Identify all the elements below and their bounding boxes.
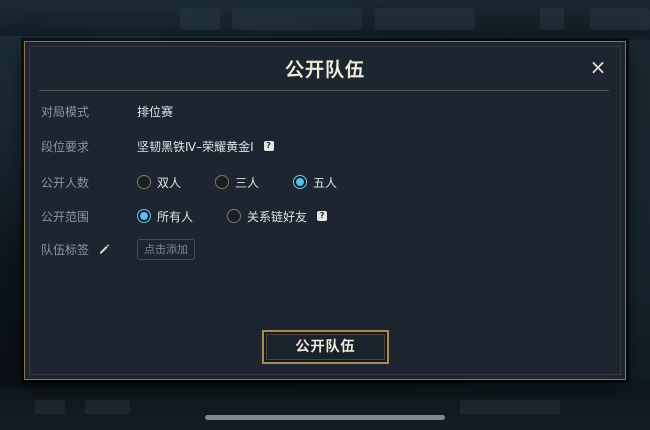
background-block bbox=[460, 400, 560, 414]
size-option-three[interactable]: 三人 bbox=[215, 174, 259, 191]
help-icon[interactable]: ? bbox=[263, 141, 274, 151]
scope-options: 所有人 关系链好友 ? bbox=[137, 208, 328, 225]
radio-selected-icon bbox=[137, 209, 151, 223]
scope-option-friends[interactable]: 关系链好友 bbox=[227, 208, 307, 225]
home-indicator[interactable] bbox=[205, 415, 445, 420]
title-divider bbox=[39, 90, 609, 91]
size-options: 双人 三人 五人 bbox=[137, 174, 371, 191]
size-option-five[interactable]: 五人 bbox=[293, 174, 337, 191]
public-team-dialog: 公开队伍 × 对局模式 排位赛 段位要求 坚韧黑铁Ⅳ–荣耀黄金Ⅰ ? 公开人数 … bbox=[24, 41, 626, 380]
size-option-label: 五人 bbox=[313, 175, 338, 190]
pencil-icon[interactable] bbox=[98, 243, 110, 255]
background-tab bbox=[232, 8, 362, 30]
radio-selected-icon bbox=[293, 175, 308, 189]
rank-row: 段位要求 坚韧黑铁Ⅳ–荣耀黄金Ⅰ ? bbox=[41, 135, 274, 157]
background-tab bbox=[180, 8, 220, 30]
background-tab bbox=[590, 8, 650, 30]
radio-icon bbox=[227, 209, 242, 223]
background-side-panel bbox=[628, 40, 650, 380]
radio-icon bbox=[137, 175, 151, 189]
publish-team-button[interactable]: 公开队伍 bbox=[262, 330, 389, 364]
background-tab bbox=[540, 8, 564, 30]
scope-option-label: 关系链好友 bbox=[247, 209, 308, 224]
size-row: 公开人数 双人 三人 五人 bbox=[41, 171, 371, 193]
rank-value: 坚韧黑铁Ⅳ–荣耀黄金Ⅰ bbox=[137, 139, 254, 154]
close-button[interactable]: × bbox=[585, 54, 611, 80]
mode-row: 对局模式 排位赛 bbox=[41, 100, 173, 122]
background-tab bbox=[375, 8, 475, 30]
scope-option-label: 所有人 bbox=[157, 209, 194, 224]
dialog-title: 公开队伍 bbox=[284, 59, 365, 81]
size-option-label: 三人 bbox=[235, 175, 260, 190]
scope-option-everyone[interactable]: 所有人 bbox=[137, 208, 193, 225]
size-option-label: 双人 bbox=[157, 175, 182, 190]
help-icon[interactable]: ? bbox=[317, 211, 328, 221]
size-option-two[interactable]: 双人 bbox=[137, 174, 181, 191]
add-tag-button[interactable]: 点击添加 bbox=[137, 238, 195, 260]
mode-label: 对局模式 bbox=[41, 104, 90, 119]
close-icon: × bbox=[589, 55, 607, 79]
background-block bbox=[85, 400, 130, 414]
rank-label: 段位要求 bbox=[41, 139, 90, 154]
tags-label-wrap: 队伍标签 bbox=[41, 241, 137, 258]
rank-value-wrap: 坚韧黑铁Ⅳ–荣耀黄金Ⅰ ? bbox=[137, 138, 274, 155]
tags-row: 队伍标签 点击添加 bbox=[41, 238, 195, 260]
mode-value: 排位赛 bbox=[137, 104, 174, 119]
tags-label: 队伍标签 bbox=[41, 242, 90, 257]
background-bottom-bar bbox=[0, 388, 650, 430]
scope-row: 公开范围 所有人 关系链好友 ? bbox=[41, 205, 328, 227]
radio-icon bbox=[215, 175, 230, 189]
size-label: 公开人数 bbox=[41, 175, 90, 190]
background-block bbox=[35, 400, 65, 414]
scope-label: 公开范围 bbox=[41, 209, 90, 224]
